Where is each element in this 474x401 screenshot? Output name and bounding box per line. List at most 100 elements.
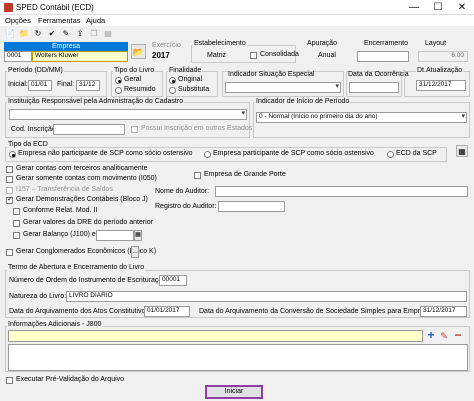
- new-icon[interactable]: 📄: [4, 27, 16, 39]
- exercicio-label: Exercício: [152, 42, 181, 49]
- tipo-ecd-nao-participante-radio[interactable]: [9, 151, 16, 158]
- remove-icon[interactable]: −: [452, 329, 464, 342]
- original-radio[interactable]: [169, 77, 176, 84]
- empresa-name-field[interactable]: Wolters Kluwer: [32, 51, 128, 62]
- gerar-valores-dre-label: Gerar valores da DRE do período anterior: [23, 219, 153, 226]
- situacao-dropdown[interactable]: [225, 82, 341, 93]
- substituta-label: Substituta: [178, 86, 210, 93]
- registro-auditor-field[interactable]: [218, 201, 285, 212]
- notes-icon[interactable]: ▦: [456, 145, 468, 157]
- gerar-somente-movimento-checkbox[interactable]: [6, 176, 13, 183]
- geral-radio[interactable]: [115, 77, 122, 84]
- geral-label: Geral: [124, 76, 142, 83]
- data-arq-atos-field[interactable]: 01/01/2017: [144, 306, 190, 317]
- nome-auditor-field[interactable]: [215, 186, 468, 197]
- original-label: Original: [178, 76, 203, 83]
- tipo-ecd-participante-radio[interactable]: [204, 151, 211, 158]
- i157-label: I157 – Transferência de Saldos: [16, 186, 113, 193]
- data-ocorrencia-field[interactable]: [349, 82, 399, 93]
- print-icon[interactable]: ▤: [102, 27, 114, 39]
- gerar-balanco-checkbox[interactable]: [13, 232, 20, 239]
- instituicao-dropdown[interactable]: [9, 109, 247, 120]
- info-adicionais-textarea[interactable]: [8, 344, 468, 371]
- calendar-icon[interactable]: ▦: [134, 230, 142, 241]
- executar-prevalidacao-checkbox[interactable]: [6, 377, 13, 384]
- registro-auditor-label: Registro do Auditor:: [155, 203, 217, 210]
- inicial-field[interactable]: 01/01: [28, 80, 52, 91]
- cod-inscricao-label: Cod. Inscrição: [11, 126, 56, 133]
- estabelecimento-value: Matriz: [207, 52, 227, 59]
- menu-opcoes[interactable]: Opções: [5, 16, 31, 25]
- apuracao-value: Anual: [318, 52, 336, 59]
- ecd-da-scp-label: ECD da SCP: [396, 150, 437, 157]
- possui-inscricao-checkbox[interactable]: [131, 126, 138, 133]
- substituta-radio[interactable]: [169, 87, 176, 94]
- termo-label: Termo de Abertura e Encerramento do Livr…: [7, 264, 146, 271]
- inicio-periodo-label: Indicador de Início de Período: [255, 98, 351, 105]
- consolidada-checkbox[interactable]: [250, 52, 257, 59]
- edit-pencil-icon[interactable]: ✎: [439, 330, 449, 342]
- possui-inscricao-label: Possui Inscrição em outros Estados: [141, 125, 253, 132]
- i157-checkbox[interactable]: [6, 187, 13, 194]
- app-icon: [4, 3, 13, 12]
- toolbar: 📄 📁 ↻ ✔ ✎ ⇪ ❐ ▤: [0, 26, 474, 40]
- close-button[interactable]: ✕: [450, 0, 474, 15]
- data-arq-conversao-field[interactable]: 31/12/2017: [420, 306, 467, 317]
- gerar-demonstracoes-checkbox[interactable]: [6, 195, 13, 204]
- periodo-label: Período (DD/MM): [7, 67, 64, 74]
- numero-ordem-field[interactable]: 00001: [159, 275, 187, 286]
- gerar-contas-label: Gerar contas com terceiros analiticament…: [16, 165, 148, 172]
- export-icon[interactable]: ⇪: [74, 27, 86, 39]
- menu-ferramentas[interactable]: Ferramentas: [38, 16, 81, 25]
- add-icon[interactable]: +: [426, 329, 436, 342]
- open-icon[interactable]: 📁: [18, 27, 30, 39]
- apuracao-label: Apuração: [307, 40, 337, 47]
- gerar-valores-dre-checkbox[interactable]: [13, 220, 20, 227]
- consolidada-label: Consolidada: [260, 51, 299, 58]
- copy-icon[interactable]: ❐: [88, 27, 100, 39]
- folder-open-icon[interactable]: 📂: [131, 44, 146, 59]
- menu-bar: Opções Ferramentas Ajuda: [0, 15, 474, 26]
- dt-atualizacao-label: Dt.Atualização: [416, 67, 464, 74]
- dt-atualizacao-field[interactable]: 31/12/2017: [416, 80, 466, 91]
- edit-icon[interactable]: ✎: [60, 27, 72, 39]
- conforme-relat-checkbox[interactable]: [13, 208, 20, 215]
- minimize-button[interactable]: —: [402, 0, 426, 15]
- tipo-ecd-participante-label: Empresa participante de SCP como sócio o…: [213, 150, 374, 157]
- iniciar-button[interactable]: Iniciar: [205, 385, 263, 399]
- estabelecimento-label: Estabelecimento: [193, 40, 247, 47]
- encerramento-field[interactable]: [357, 51, 409, 62]
- gerar-demonstracoes-label: Gerar Demonstrações Contábeis (Bloco J): [16, 196, 148, 203]
- encerramento-label: Encerramento: [364, 40, 408, 47]
- layout-field: 6.00: [418, 51, 468, 62]
- empresa-header: Empresa: [4, 42, 128, 51]
- maximize-button[interactable]: ☐: [426, 0, 450, 15]
- gerar-balanco-field[interactable]: [96, 230, 134, 241]
- grande-porte-checkbox[interactable]: [194, 172, 201, 179]
- check-icon[interactable]: ✔: [46, 27, 58, 39]
- gerar-conglomerados-checkbox[interactable]: [6, 249, 13, 256]
- info-adicionais-line-field[interactable]: [8, 330, 423, 342]
- cod-inscricao-field[interactable]: [53, 124, 125, 135]
- exercicio-value: 2017: [152, 51, 170, 60]
- tipo-ecd-label: Tipo da ECD: [7, 141, 49, 148]
- layout-label: Layout: [425, 40, 447, 47]
- finalidade-label: Finalidade: [168, 67, 203, 74]
- resumido-radio[interactable]: [115, 87, 122, 94]
- natureza-label: Natureza do Livro:: [9, 293, 67, 300]
- ecd-da-scp-radio[interactable]: [387, 151, 394, 158]
- conglomerados-config-icon[interactable]: …: [131, 246, 139, 258]
- tipo-ecd-nao-participante-label: Empresa não participante de SCP como sóc…: [18, 150, 193, 157]
- tipo-livro-label: Tipo do Livro: [113, 67, 156, 74]
- final-field[interactable]: 31/12: [76, 80, 100, 91]
- executar-prevalidacao-label: Executar Pré-Validação do Arquivo: [16, 376, 125, 383]
- gerar-somente-movimento-label: Gerar somente contas com movimento (I050…: [16, 175, 157, 182]
- data-arq-atos-label: Data do Arquivamento dos Atos Constituti…: [9, 308, 152, 315]
- inicio-periodo-dropdown[interactable]: 0 - Normal (Início no primeiro dia do an…: [256, 112, 467, 123]
- gerar-contas-checkbox[interactable]: [6, 166, 13, 173]
- menu-ajuda[interactable]: Ajuda: [86, 16, 105, 25]
- empresa-code-field[interactable]: 0001: [4, 51, 32, 62]
- refresh-icon[interactable]: ↻: [32, 27, 44, 39]
- natureza-field[interactable]: LIVRO DIÁRIO: [66, 291, 467, 302]
- window-title: SPED Contábil (ECD): [16, 3, 94, 12]
